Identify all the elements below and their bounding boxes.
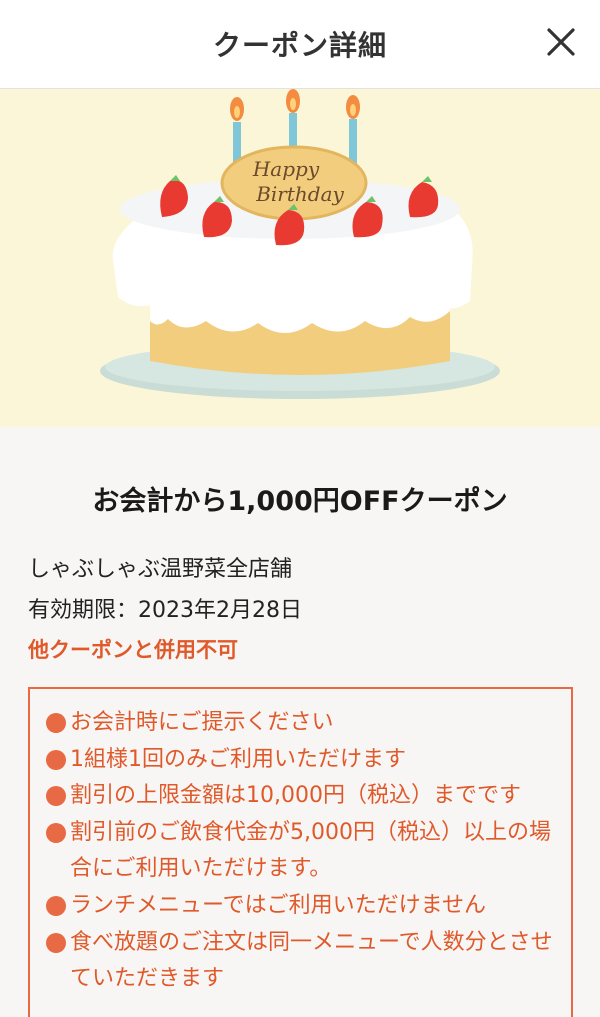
coupon-detail: お会計から1,000円OFFクーポン しゃぶしゃぶ温野菜全店舗 有効期限：202… <box>0 427 600 1017</box>
terms-item: 割引の上限金額は10,000円（税込）までです <box>46 778 559 815</box>
hero-image: Happy Birthday <box>0 89 600 427</box>
bullet-icon <box>46 815 68 852</box>
header: クーポン詳細 <box>0 0 600 89</box>
bullet-icon <box>46 742 68 779</box>
terms-item: 割引前のご飲食代金が5,000円（税込）以上の場合にご利用いただけます。 <box>46 815 559 888</box>
cake-plaque-text-2: Birthday <box>255 182 344 206</box>
birthday-cake-illustration: Happy Birthday <box>0 89 600 427</box>
bullet-icon <box>46 925 68 962</box>
expiry-date: 有効期限：2023年2月28日 <box>28 598 302 623</box>
combination-warning: 他クーポンと併用不可 <box>28 638 238 662</box>
terms-item: 食べ放題のご注文は同一メニューで人数分とさせていただきます <box>46 925 559 998</box>
terms-item: ランチメニューではご利用いただけません <box>46 888 559 925</box>
terms-item-text: お会計時にご提示ください <box>70 710 334 735</box>
terms-item: お会計時にご提示ください <box>46 705 559 742</box>
terms-box: お会計時にご提示ください 1組様1回のみご利用いただけます 割引の上限金額は10… <box>28 687 573 1017</box>
terms-item-text: 割引前のご飲食代金が5,000円（税込）以上の場合にご利用いただけます。 <box>70 819 551 882</box>
cake-plaque-text-1: Happy <box>252 157 320 181</box>
terms-item-text: 食べ放題のご注文は同一メニューで人数分とさせていただきます <box>70 929 553 992</box>
bullet-icon <box>46 778 68 815</box>
terms-item: 1組様1回のみご利用いただけます <box>46 742 559 779</box>
close-button[interactable] <box>544 24 578 60</box>
page-title: クーポン詳細 <box>212 29 387 62</box>
terms-item-text: ランチメニューではご利用いただけません <box>70 892 487 918</box>
close-icon <box>547 28 575 56</box>
store-name: しゃぶしゃぶ温野菜全店舗 <box>28 557 293 582</box>
bullet-icon <box>46 888 68 925</box>
coupon-title: お会計から1,000円OFFクーポン <box>92 486 508 517</box>
bullet-icon <box>46 705 68 742</box>
terms-item-text: 1組様1回のみご利用いただけます <box>70 746 406 772</box>
terms-item-text: 割引の上限金額は10,000円（税込）までです <box>70 783 521 809</box>
